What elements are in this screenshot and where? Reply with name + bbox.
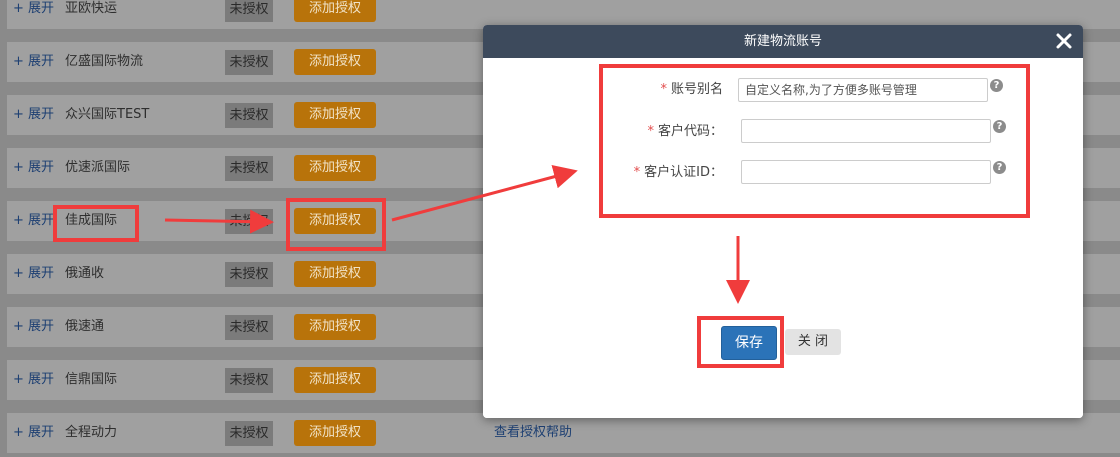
expand-link[interactable]: + 展开 bbox=[13, 413, 54, 453]
add-authorization-button[interactable]: 添加授权 bbox=[294, 208, 376, 234]
add-authorization-button[interactable]: 添加授权 bbox=[294, 102, 376, 128]
add-authorization-button[interactable]: 添加授权 bbox=[294, 420, 376, 446]
add-authorization-button[interactable]: 添加授权 bbox=[294, 261, 376, 287]
expand-link[interactable]: + 展开 bbox=[13, 42, 54, 82]
required-mark: * bbox=[647, 124, 654, 139]
provider-name: 俄速通 bbox=[65, 319, 105, 334]
status-badge: 未授权 bbox=[225, 262, 273, 287]
provider-name: 亿盛国际物流 bbox=[65, 54, 144, 69]
save-button[interactable]: 保存 bbox=[721, 326, 777, 360]
required-mark: * bbox=[633, 165, 641, 180]
add-authorization-button[interactable]: 添加授权 bbox=[294, 0, 376, 22]
expand-link[interactable]: + 展开 bbox=[13, 95, 54, 135]
customer-code-label: * 客户代码： bbox=[543, 120, 723, 139]
provider-name: 优速派国际 bbox=[65, 160, 131, 175]
authorization-help-link[interactable]: 查看授权帮助 bbox=[494, 413, 572, 453]
customer-auth-id-label: * 客户认证ID： bbox=[543, 161, 723, 180]
close-icon[interactable] bbox=[1053, 30, 1075, 52]
status-badge: 未授权 bbox=[225, 50, 273, 75]
customer-auth-id-input[interactable] bbox=[741, 160, 991, 184]
account-alias-input[interactable] bbox=[738, 78, 988, 102]
field-label-text: 客户认证ID： bbox=[644, 165, 723, 180]
add-authorization-button[interactable]: 添加授权 bbox=[294, 49, 376, 75]
help-icon[interactable]: ? bbox=[993, 161, 1006, 174]
expand-link[interactable]: + 展开 bbox=[13, 360, 54, 400]
expand-link[interactable]: + 展开 bbox=[13, 254, 54, 294]
status-badge: 未授权 bbox=[225, 209, 273, 234]
list-row: + 展开 全程动力 未授权 添加授权 查看授权帮助 bbox=[7, 413, 1120, 453]
expand-link[interactable]: + 展开 bbox=[13, 0, 54, 29]
provider-name: 亚欧快运 bbox=[65, 1, 118, 16]
help-icon[interactable]: ? bbox=[990, 79, 1003, 92]
field-label-text: 客户代码： bbox=[657, 124, 723, 139]
provider-name: 信鼎国际 bbox=[65, 372, 118, 387]
add-authorization-button[interactable]: 添加授权 bbox=[294, 367, 376, 393]
add-authorization-button[interactable]: 添加授权 bbox=[294, 314, 376, 340]
dialog-header: 新建物流账号 bbox=[483, 25, 1083, 58]
provider-name: 俄通收 bbox=[65, 266, 105, 281]
status-badge: 未授权 bbox=[225, 156, 273, 181]
status-badge: 未授权 bbox=[225, 103, 273, 128]
add-authorization-button[interactable]: 添加授权 bbox=[294, 155, 376, 181]
close-button[interactable]: 关 闭 bbox=[785, 329, 841, 355]
provider-name: 全程动力 bbox=[65, 425, 118, 440]
status-badge: 未授权 bbox=[225, 315, 273, 340]
dialog-body: *账号别名 ? *客户代码： ? *客户认证ID： ? 保存 关 闭 bbox=[483, 58, 1083, 418]
status-badge: 未授权 bbox=[225, 421, 273, 446]
expand-link[interactable]: + 展开 bbox=[13, 148, 54, 188]
expand-link[interactable]: + 展开 bbox=[13, 201, 54, 241]
customer-code-input[interactable] bbox=[741, 119, 991, 143]
dialog-title: 新建物流账号 bbox=[743, 34, 822, 49]
status-badge: 未授权 bbox=[225, 0, 273, 22]
help-icon[interactable]: ? bbox=[993, 120, 1006, 133]
field-label-text: 账号别名 bbox=[670, 82, 723, 97]
status-badge: 未授权 bbox=[225, 368, 273, 393]
account-alias-label: * 账号别名 bbox=[543, 78, 723, 97]
provider-name: 众兴国际TEST bbox=[65, 107, 150, 122]
new-logistics-account-dialog: 新建物流账号 *账号别名 ? *客户代码： ? *客户认证ID： ? 保存 关 … bbox=[483, 25, 1083, 418]
required-mark: * bbox=[660, 82, 667, 97]
expand-link[interactable]: + 展开 bbox=[13, 307, 54, 347]
provider-name: 佳成国际 bbox=[65, 213, 118, 228]
